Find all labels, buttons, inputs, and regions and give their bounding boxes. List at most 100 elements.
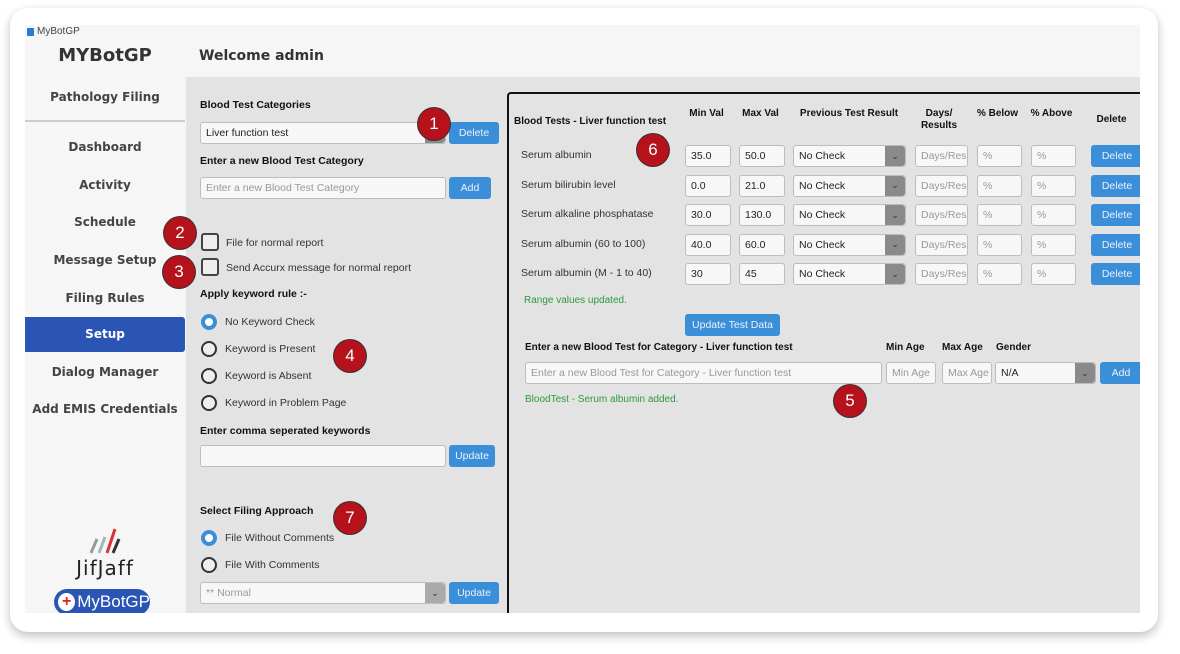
max-val-input[interactable]: 50.0 bbox=[739, 145, 785, 167]
chevron-down-icon: ⌄ bbox=[425, 583, 445, 603]
pct-placeholder: % bbox=[983, 150, 993, 162]
sidebar-item-schedule[interactable]: Schedule bbox=[25, 215, 185, 229]
new-category-input[interactable]: Enter a new Blood Test Category bbox=[200, 177, 446, 199]
pct-placeholder: % bbox=[1037, 238, 1047, 251]
previous-result-select[interactable]: No Check ⌄ bbox=[793, 174, 906, 197]
min-val-input[interactable]: 40.0 bbox=[685, 233, 731, 256]
logo-strokes-icon bbox=[89, 528, 121, 554]
days-results-input[interactable]: Days/Res bbox=[915, 145, 968, 167]
welcome-text: Welcome admin bbox=[199, 48, 324, 64]
annotation-badge-7: 7 bbox=[334, 502, 366, 534]
delete-test-button[interactable]: Delete bbox=[1091, 145, 1140, 167]
min-val-input[interactable]: 35.0 bbox=[685, 145, 731, 167]
sidebar-item-filing-rules[interactable]: Filing Rules bbox=[25, 291, 185, 305]
sidebar-item-setup[interactable]: Setup bbox=[25, 317, 185, 352]
max-val-input[interactable]: 21.0 bbox=[739, 174, 785, 197]
pct-above-input[interactable]: % bbox=[1031, 233, 1076, 256]
min-age-label: Min Age bbox=[886, 342, 925, 353]
logo-text: JifJaff bbox=[76, 556, 134, 580]
max-val-input[interactable]: 60.0 bbox=[739, 233, 785, 256]
days-results-input[interactable]: Days/Res bbox=[915, 204, 968, 226]
previous-result-select[interactable]: No Check ⌄ bbox=[793, 145, 906, 167]
previous-result-value: No Check bbox=[799, 150, 846, 162]
annotation-badge-2: 2 bbox=[164, 217, 196, 249]
pct-below-input[interactable]: % bbox=[977, 233, 1022, 256]
days-results-input[interactable]: Days/Res bbox=[915, 174, 968, 197]
pct-placeholder: % bbox=[1037, 179, 1047, 192]
sidebar-item-dialog-manager[interactable]: Dialog Manager bbox=[25, 365, 185, 379]
delete-test-button[interactable]: Delete bbox=[1091, 233, 1140, 256]
pct-below-input[interactable]: % bbox=[977, 145, 1022, 167]
keywords-input[interactable] bbox=[200, 445, 446, 467]
days-results-input[interactable]: Days/Res bbox=[915, 263, 968, 285]
add-test-button[interactable]: Add bbox=[1100, 362, 1140, 384]
annotation-badge-5: 5 bbox=[834, 385, 866, 417]
pct-placeholder: % bbox=[983, 268, 993, 280]
radio-no-keyword-check[interactable] bbox=[201, 314, 217, 330]
radio-keyword-problem-page[interactable] bbox=[201, 395, 217, 411]
app-window: MyBotGP MYBotGP Welcome admin Pathology … bbox=[25, 25, 1140, 613]
update-keywords-button[interactable]: Update bbox=[449, 445, 495, 467]
previous-result-select[interactable]: No Check ⌄ bbox=[793, 204, 906, 226]
chevron-down-icon: ⌄ bbox=[885, 146, 905, 166]
file-without-comments-label: File Without Comments bbox=[225, 532, 335, 544]
pct-above-input[interactable]: % bbox=[1031, 204, 1076, 226]
delete-category-button[interactable]: Delete bbox=[449, 122, 499, 144]
delete-test-button[interactable]: Delete bbox=[1091, 174, 1140, 197]
category-select[interactable]: Liver function test⌄ bbox=[200, 122, 446, 144]
keyword-present-label: Keyword is Present bbox=[225, 343, 316, 355]
sidebar-item-dashboard[interactable]: Dashboard bbox=[25, 140, 185, 154]
pct-placeholder: % bbox=[983, 238, 993, 251]
keywords-label: Enter comma seperated keywords bbox=[200, 425, 371, 437]
pct-below-input[interactable]: % bbox=[977, 263, 1022, 285]
pct-above-input[interactable]: % bbox=[1031, 145, 1076, 167]
min-val-input[interactable]: 30 bbox=[685, 263, 731, 285]
sidebar-item-activity[interactable]: Activity bbox=[25, 178, 185, 192]
header-delete: Delete bbox=[1096, 114, 1127, 125]
min-val-input[interactable]: 0.0 bbox=[685, 174, 731, 197]
days-results-input[interactable]: Days/Res bbox=[915, 233, 968, 256]
added-status: BloodTest - Serum albumin added. bbox=[525, 394, 679, 405]
gender-select[interactable]: N/A ⌄ bbox=[995, 362, 1096, 384]
max-age-label: Max Age bbox=[942, 342, 983, 353]
sidebar-section-pathology-filing[interactable]: Pathology Filing bbox=[25, 90, 185, 104]
radio-file-without-comments[interactable] bbox=[201, 530, 217, 546]
delete-test-button[interactable]: Delete bbox=[1091, 263, 1140, 285]
pct-below-input[interactable]: % bbox=[977, 174, 1022, 197]
pct-below-input[interactable]: % bbox=[977, 204, 1022, 226]
test-name: Serum albumin (M - 1 to 40) bbox=[521, 267, 652, 279]
update-test-data-button[interactable]: Update Test Data bbox=[685, 314, 780, 336]
radio-file-with-comments[interactable] bbox=[201, 557, 217, 573]
min-age-input[interactable]: Min Age bbox=[886, 362, 936, 384]
pct-above-input[interactable]: % bbox=[1031, 263, 1076, 285]
test-name: Serum alkaline phosphatase bbox=[521, 208, 654, 220]
min-val-input[interactable]: 30.0 bbox=[685, 204, 731, 226]
send-accurx-checkbox[interactable] bbox=[201, 258, 219, 276]
pct-placeholder: % bbox=[1037, 150, 1047, 162]
keyword-rule-label: Apply keyword rule :- bbox=[200, 288, 307, 300]
logo-badge-text: MyBotGP bbox=[77, 592, 150, 611]
new-test-input[interactable]: Enter a new Blood Test for Category - Li… bbox=[525, 362, 882, 384]
chevron-down-icon: ⌄ bbox=[885, 205, 905, 225]
comment-select[interactable]: ** Normal ⌄ bbox=[200, 582, 446, 604]
update-comment-button[interactable]: Update bbox=[449, 582, 499, 604]
pct-above-input[interactable]: % bbox=[1031, 174, 1076, 197]
min-age-placeholder: Min Age bbox=[892, 367, 930, 379]
max-val-input[interactable]: 130.0 bbox=[739, 204, 785, 226]
previous-result-select[interactable]: No Check ⌄ bbox=[793, 233, 906, 256]
header-pct-above: % Above bbox=[1030, 108, 1073, 119]
previous-result-value: No Check bbox=[799, 179, 846, 192]
new-test-label: Enter a new Blood Test for Category - Li… bbox=[525, 342, 793, 353]
radio-keyword-present[interactable] bbox=[201, 341, 217, 357]
max-val-input[interactable]: 45 bbox=[739, 263, 785, 285]
sidebar-item-message-setup[interactable]: Message Setup bbox=[25, 253, 185, 267]
previous-result-select[interactable]: No Check ⌄ bbox=[793, 263, 906, 285]
sidebar-item-add-emis-credentials[interactable]: Add EMIS Credentials bbox=[25, 402, 185, 416]
file-normal-checkbox[interactable] bbox=[201, 233, 219, 251]
mybotgp-logo-badge: + MyBotGP bbox=[54, 589, 150, 613]
add-category-button[interactable]: Add bbox=[449, 177, 491, 199]
delete-test-button[interactable]: Delete bbox=[1091, 204, 1140, 226]
chevron-down-icon: ⌄ bbox=[885, 234, 905, 255]
max-age-input[interactable]: Max Age bbox=[942, 362, 992, 384]
radio-keyword-absent[interactable] bbox=[201, 368, 217, 384]
